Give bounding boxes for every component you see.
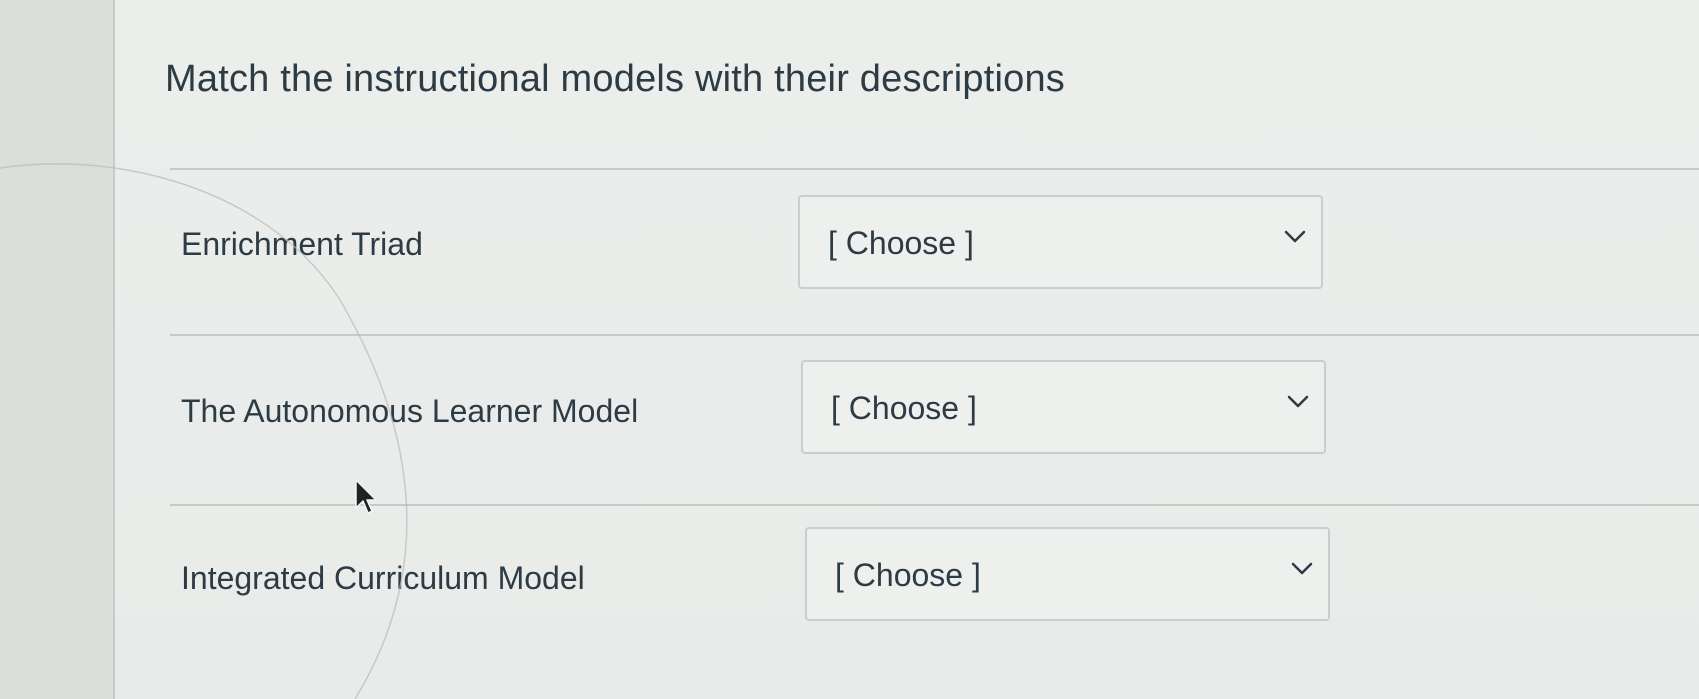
left-gutter <box>0 0 115 699</box>
match-item-label: Enrichment Triad <box>181 226 423 262</box>
match-dropdown-3[interactable]: [ Choose ] <box>805 527 1330 621</box>
match-item-label: Integrated Curriculum Model <box>181 560 585 596</box>
chevron-down-icon <box>1291 562 1313 575</box>
quiz-question-panel: Match the instructional models with thei… <box>115 0 1699 699</box>
dropdown-selected-value: [ Choose ] <box>831 390 977 426</box>
divider <box>170 168 1699 170</box>
dropdown-selected-value: [ Choose ] <box>835 557 981 593</box>
match-item-label: The Autonomous Learner Model <box>181 393 639 429</box>
match-dropdown-2[interactable]: [ Choose ] <box>801 360 1326 454</box>
question-text: Match the instructional models with thei… <box>165 58 1065 100</box>
divider <box>170 504 1699 506</box>
chevron-down-icon <box>1287 395 1309 408</box>
mouse-pointer-icon <box>355 479 377 514</box>
dropdown-selected-value: [ Choose ] <box>828 225 974 261</box>
chevron-down-icon <box>1284 230 1306 243</box>
divider <box>170 334 1699 336</box>
match-dropdown-1[interactable]: [ Choose ] <box>798 195 1323 289</box>
